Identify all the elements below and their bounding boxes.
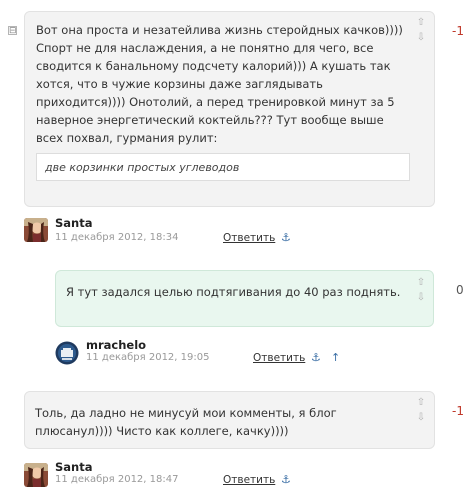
- comment-body: Толь, да ладно не минусуй мои комменты, …: [24, 391, 435, 449]
- parent-comment-icon[interactable]: ↑: [331, 351, 340, 364]
- vote-down-icon[interactable]: ⇩: [415, 32, 427, 43]
- vote-up-icon[interactable]: ⇧: [415, 277, 427, 288]
- avatar[interactable]: [55, 341, 79, 365]
- vote-up-icon[interactable]: ⇧: [415, 17, 427, 28]
- comment-date: 11 декабря 2012, 19:05: [86, 352, 210, 363]
- collapse-thread-toggle[interactable]: ⊟: [8, 26, 17, 36]
- reply-link[interactable]: Ответить: [253, 352, 305, 364]
- comment-score: 0: [456, 283, 464, 297]
- quote-block: две корзинки простых углеводов: [36, 153, 410, 181]
- anchor-icon[interactable]: ⚓: [281, 473, 291, 486]
- anchor-icon[interactable]: ⚓: [311, 351, 321, 364]
- avatar[interactable]: [24, 463, 48, 487]
- author-name[interactable]: Santa: [55, 460, 93, 474]
- vote-down-icon[interactable]: ⇩: [415, 292, 427, 303]
- comment-text: Я тут задался целью подтягивания до 40 р…: [66, 285, 401, 299]
- reply-comment-body: Я тут задался целью подтягивания до 40 р…: [55, 270, 434, 327]
- comment-date: 11 декабря 2012, 18:47: [55, 474, 179, 485]
- comment-score: -1: [452, 24, 464, 38]
- reply-link[interactable]: Ответить: [223, 474, 275, 486]
- avatar[interactable]: [24, 218, 48, 242]
- vote-down-icon[interactable]: ⇩: [415, 412, 427, 423]
- comment-text: Толь, да ладно не минусуй мои комменты, …: [35, 406, 337, 438]
- comment-body: Вот она проста и незатейлива жизнь стеро…: [24, 11, 435, 207]
- author-name[interactable]: mrachelo: [86, 338, 146, 352]
- author-name[interactable]: Santa: [55, 216, 93, 230]
- reply-link[interactable]: Ответить: [223, 232, 275, 244]
- comment-score: -1: [452, 404, 464, 418]
- comment-text: Вот она проста и незатейлива жизнь стеро…: [36, 23, 403, 145]
- anchor-icon[interactable]: ⚓: [281, 231, 291, 244]
- comment-date: 11 декабря 2012, 18:34: [55, 232, 179, 243]
- vote-up-icon[interactable]: ⇧: [415, 397, 427, 408]
